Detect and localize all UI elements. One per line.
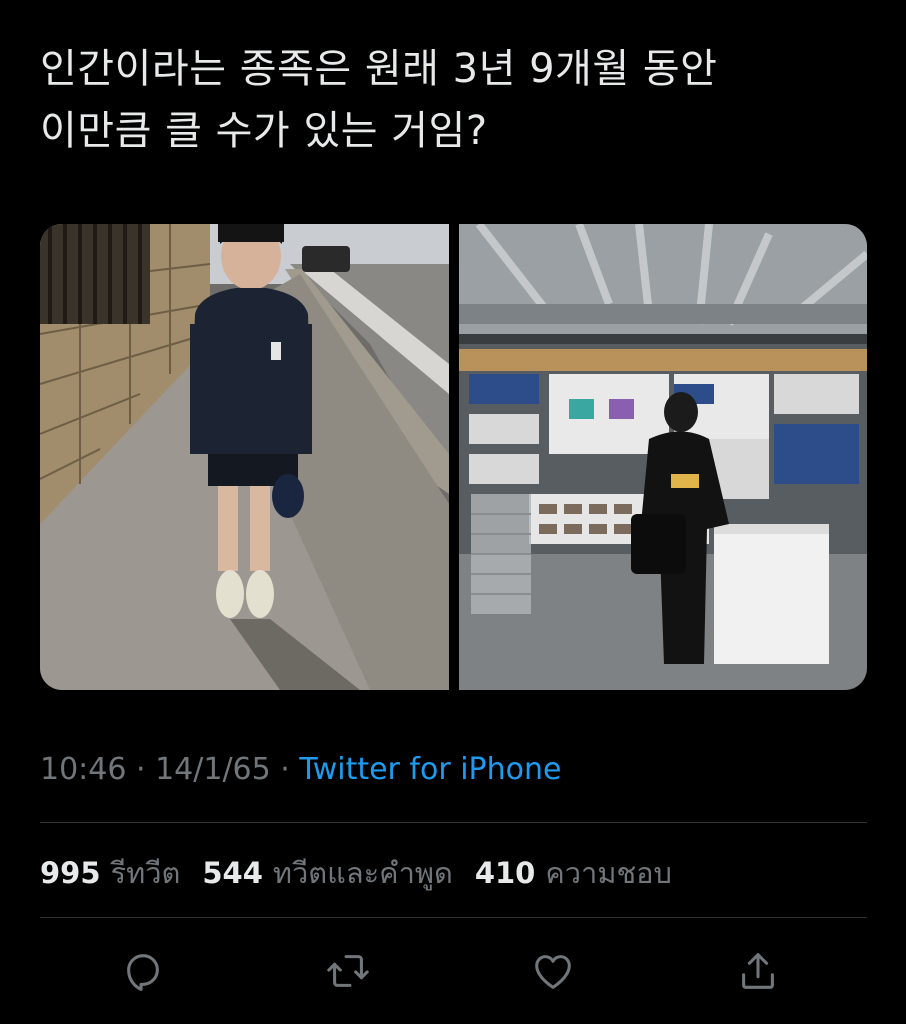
photo-boy-on-street[interactable] xyxy=(40,224,449,690)
tweet-text-line: 이만큼 클 수가 있는 거임? xyxy=(40,108,488,154)
quote-tweets-stat[interactable]: 544 ทวีตและคำพูด xyxy=(202,850,452,896)
tweet-stats: 995 รีทวีต 544 ทวีตและคำพูด 410 ความชอบ xyxy=(40,850,672,896)
quote-tweets-count: 544 xyxy=(202,856,263,890)
retweets-count: 995 xyxy=(40,856,101,890)
divider xyxy=(40,917,867,918)
tweet-source-link[interactable]: Twitter for iPhone xyxy=(299,752,561,787)
share-button[interactable] xyxy=(733,946,783,996)
meta-separator: · xyxy=(126,752,156,787)
retweet-icon xyxy=(327,955,369,987)
likes-label: ความชอบ xyxy=(545,856,672,890)
retweet-button[interactable] xyxy=(323,946,373,996)
tweet-timestamp: 10:46 · 14/1/65 · Twitter for iPhone xyxy=(40,752,561,787)
tweet-time[interactable]: 10:46 xyxy=(40,752,126,787)
divider xyxy=(40,822,867,823)
tweet-date[interactable]: 14/1/65 xyxy=(155,752,271,787)
photo-record-store[interactable] xyxy=(459,224,867,690)
meta-separator: · xyxy=(270,752,300,787)
retweets-label: รีทวีต xyxy=(110,856,181,890)
tweet-text: 인간이라는 종족은 원래 3년 9개월 동안 이만큼 클 수가 있는 거임? xyxy=(40,38,870,162)
tweet-text-line: 인간이라는 종족은 원래 3년 9개월 동안 xyxy=(40,46,718,92)
reply-icon xyxy=(127,954,159,991)
tweet-media[interactable] xyxy=(40,224,867,690)
share-icon xyxy=(742,953,774,989)
tweet-actions xyxy=(0,946,906,996)
reply-button[interactable] xyxy=(118,946,168,996)
quote-tweets-label: ทวีตและคำพูด xyxy=(272,856,453,890)
like-icon xyxy=(535,955,571,989)
likes-stat[interactable]: 410 ความชอบ xyxy=(475,850,672,896)
like-button[interactable] xyxy=(528,946,578,996)
retweets-stat[interactable]: 995 รีทวีต xyxy=(40,850,180,896)
likes-count: 410 xyxy=(474,856,536,890)
